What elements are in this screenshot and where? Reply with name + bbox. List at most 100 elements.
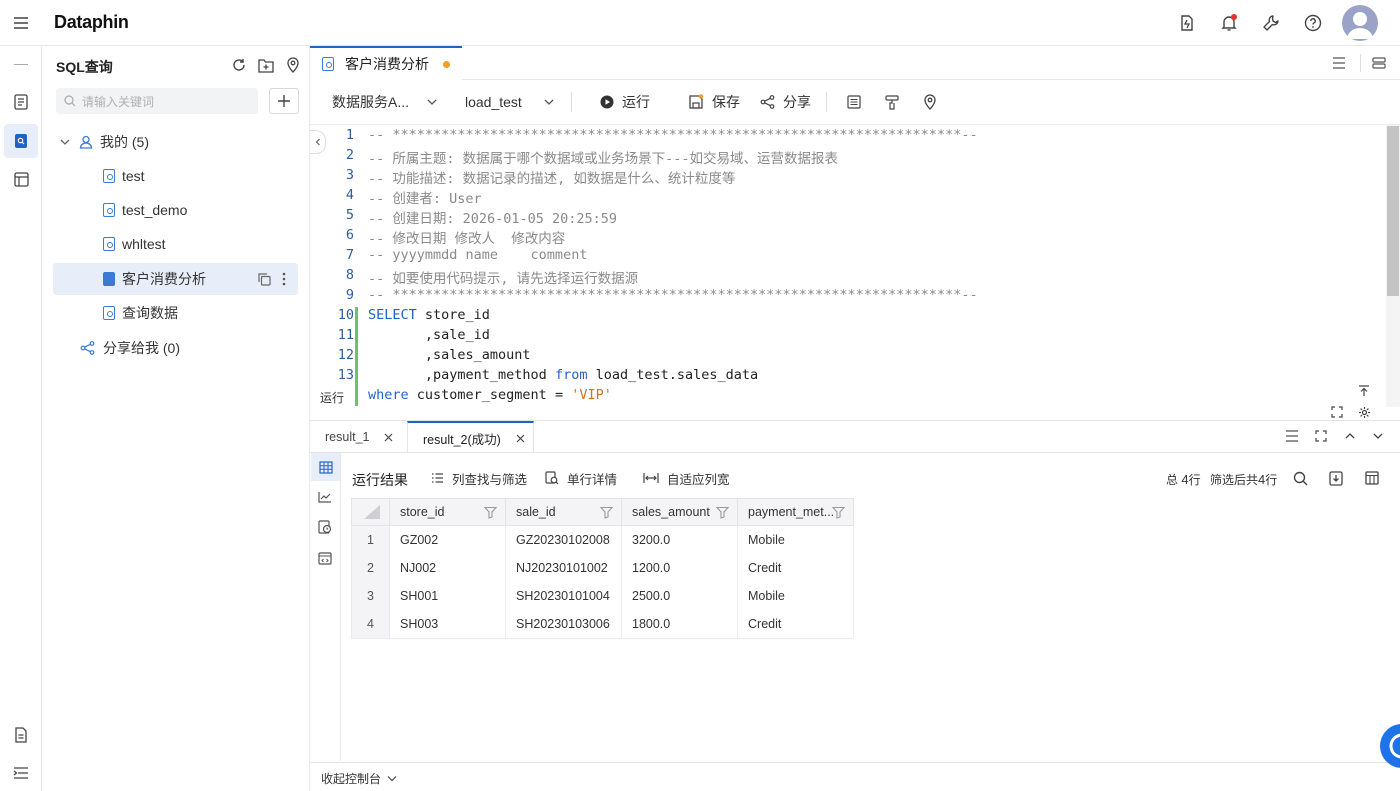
fullscreen-icon[interactable] bbox=[1310, 425, 1332, 447]
tree-group-mine[interactable]: 我的 (5) bbox=[60, 126, 305, 158]
code-line[interactable]: ,payment_method from load_test.sales_dat… bbox=[368, 367, 758, 383]
new-folder-icon[interactable] bbox=[255, 54, 277, 76]
editor-scrollbar-thumb[interactable] bbox=[1387, 126, 1399, 296]
project-select[interactable]: load_test bbox=[465, 88, 554, 116]
tree-group-shared[interactable]: 分享给我 (0) bbox=[80, 332, 325, 364]
sidebar-item-query-data[interactable]: 查询数据 bbox=[53, 297, 298, 329]
sql-query-nav[interactable] bbox=[4, 124, 38, 158]
chevron-up-icon[interactable] bbox=[1339, 425, 1361, 447]
add-button[interactable] bbox=[269, 88, 299, 114]
sidebar-item-label: test_demo bbox=[122, 202, 188, 218]
format-painter-icon[interactable] bbox=[881, 91, 903, 113]
sql-keyword: from bbox=[554, 367, 588, 383]
sidebar-item-customer-analysis[interactable]: 客户消费分析 bbox=[53, 263, 298, 295]
sidebar-item-test-demo[interactable]: test_demo bbox=[53, 194, 298, 226]
code-line[interactable]: -- *************************************… bbox=[368, 127, 978, 143]
code-line[interactable]: SELECT store_id bbox=[368, 307, 490, 323]
report-icon[interactable] bbox=[10, 724, 32, 746]
table-view-tab[interactable] bbox=[311, 453, 340, 481]
history-icon[interactable] bbox=[314, 516, 336, 538]
table-cell[interactable]: SH20230103006 bbox=[505, 610, 622, 639]
menu-icon[interactable] bbox=[10, 12, 32, 34]
sidebar-item-test[interactable]: test bbox=[53, 160, 298, 192]
share-button[interactable]: 分享 bbox=[760, 88, 811, 116]
table-cell[interactable]: SH20230101004 bbox=[505, 582, 622, 611]
sql-identifier: store_id bbox=[416, 307, 490, 323]
table-cell[interactable]: SH001 bbox=[389, 582, 506, 611]
column-header[interactable]: store_id bbox=[389, 498, 506, 526]
table-cell[interactable]: NJ002 bbox=[389, 554, 506, 583]
table-cell[interactable]: 2500.0 bbox=[621, 582, 738, 611]
column-header[interactable]: payment_met... bbox=[737, 498, 854, 526]
chevron-down-icon bbox=[544, 99, 554, 105]
table-cell[interactable]: Mobile bbox=[737, 526, 854, 555]
format-list-icon[interactable] bbox=[843, 91, 865, 113]
scroll-to-top-icon[interactable] bbox=[1353, 380, 1375, 402]
line-chart-icon[interactable] bbox=[314, 486, 336, 508]
code-window-icon[interactable] bbox=[314, 547, 336, 569]
code-line[interactable]: ,sales_amount bbox=[368, 347, 531, 363]
table-cell[interactable]: NJ20230101002 bbox=[505, 554, 622, 583]
code-line[interactable]: ,sale_id bbox=[368, 327, 490, 343]
run-gutter-label[interactable]: 运行 bbox=[320, 389, 344, 406]
toolbar-divider bbox=[826, 92, 827, 112]
datasource-select[interactable]: 数据服务A... bbox=[332, 88, 437, 116]
code-line[interactable]: -- 功能描述: 数据记录的描述, 如数据是什么、统计粒度等 bbox=[368, 167, 735, 187]
table-cell[interactable]: Mobile bbox=[737, 582, 854, 611]
table-cell[interactable]: GZ20230102008 bbox=[505, 526, 622, 555]
layers-icon[interactable] bbox=[1368, 52, 1390, 74]
result-tab[interactable]: result_1 bbox=[325, 421, 393, 453]
column-filter-button[interactable]: 列查找与筛选 bbox=[431, 469, 527, 487]
collapse-console-button[interactable]: 收起控制台 bbox=[321, 770, 397, 787]
code-line[interactable]: -- 创建者: User bbox=[368, 187, 482, 207]
avatar[interactable] bbox=[1342, 5, 1378, 41]
table-cell[interactable]: 1200.0 bbox=[621, 554, 738, 583]
help-icon[interactable] bbox=[1302, 12, 1324, 34]
code-line[interactable]: -- 如要使用代码提示, 请先选择运行数据源 bbox=[368, 267, 638, 287]
search-box[interactable]: 请输入关键词 bbox=[56, 88, 258, 114]
code-line[interactable]: -- yyyymmdd name comment bbox=[368, 247, 587, 263]
column-settings-icon[interactable] bbox=[1361, 467, 1383, 489]
search-icon[interactable] bbox=[1289, 467, 1311, 489]
list-menu-icon[interactable] bbox=[1281, 425, 1303, 447]
sql-file-icon bbox=[103, 169, 115, 183]
editor-tab-bar bbox=[310, 46, 1400, 80]
result-tab-active[interactable]: result_2(成功) bbox=[407, 421, 534, 453]
notification-bell-icon[interactable] bbox=[1218, 12, 1240, 34]
wrench-icon[interactable] bbox=[1260, 12, 1282, 34]
collapse-menu-icon[interactable] bbox=[10, 762, 32, 784]
autofit-columns-button[interactable]: 自适应列宽 bbox=[643, 469, 730, 487]
document-list-icon[interactable] bbox=[10, 91, 32, 113]
chevron-down-icon[interactable] bbox=[1367, 425, 1389, 447]
refresh-icon[interactable] bbox=[228, 54, 250, 76]
table-cell[interactable]: GZ002 bbox=[389, 526, 506, 555]
package-icon[interactable] bbox=[1176, 12, 1198, 34]
top-bar: Dataphin bbox=[0, 0, 1400, 46]
table-layout-icon[interactable] bbox=[10, 168, 32, 190]
code-line[interactable]: -- 创建日期: 2026-01-05 20:25:59 bbox=[368, 207, 617, 227]
code-line[interactable]: -- 修改日期 修改人 修改内容 bbox=[368, 227, 565, 247]
locate-icon[interactable] bbox=[919, 91, 941, 113]
table-cell[interactable]: Credit bbox=[737, 610, 854, 639]
search-input[interactable]: 请输入关键词 bbox=[82, 93, 154, 110]
code-line[interactable]: -- 所属主题: 数据属于哪个数据域或业务场景下---如交易域、运营数据报表 bbox=[368, 147, 838, 167]
close-icon bbox=[385, 433, 393, 441]
download-icon[interactable] bbox=[1325, 467, 1347, 489]
code-line[interactable]: -- *************************************… bbox=[368, 287, 978, 303]
code-line[interactable]: where customer_segment = 'VIP' bbox=[368, 387, 612, 403]
sidebar-item-whltest[interactable]: whltest bbox=[53, 228, 298, 260]
run-button[interactable]: 运行 bbox=[600, 88, 650, 116]
table-corner[interactable] bbox=[351, 498, 390, 526]
row-detail-button[interactable]: 单行详情 bbox=[545, 469, 617, 487]
table-cell[interactable]: 1800.0 bbox=[621, 610, 738, 639]
table-cell[interactable]: 3200.0 bbox=[621, 526, 738, 555]
table-cell[interactable]: Credit bbox=[737, 554, 854, 583]
brand-logo[interactable]: Dataphin bbox=[54, 12, 129, 33]
table-cell[interactable]: SH003 bbox=[389, 610, 506, 639]
column-header[interactable]: sale_id bbox=[505, 498, 622, 526]
list-menu-icon[interactable] bbox=[1328, 52, 1350, 74]
save-button[interactable]: 保存 bbox=[688, 88, 740, 116]
column-header[interactable]: sales_amount bbox=[621, 498, 738, 526]
editor-tab-active[interactable]: 客户消费分析 bbox=[310, 46, 462, 80]
locate-icon[interactable] bbox=[282, 54, 304, 76]
